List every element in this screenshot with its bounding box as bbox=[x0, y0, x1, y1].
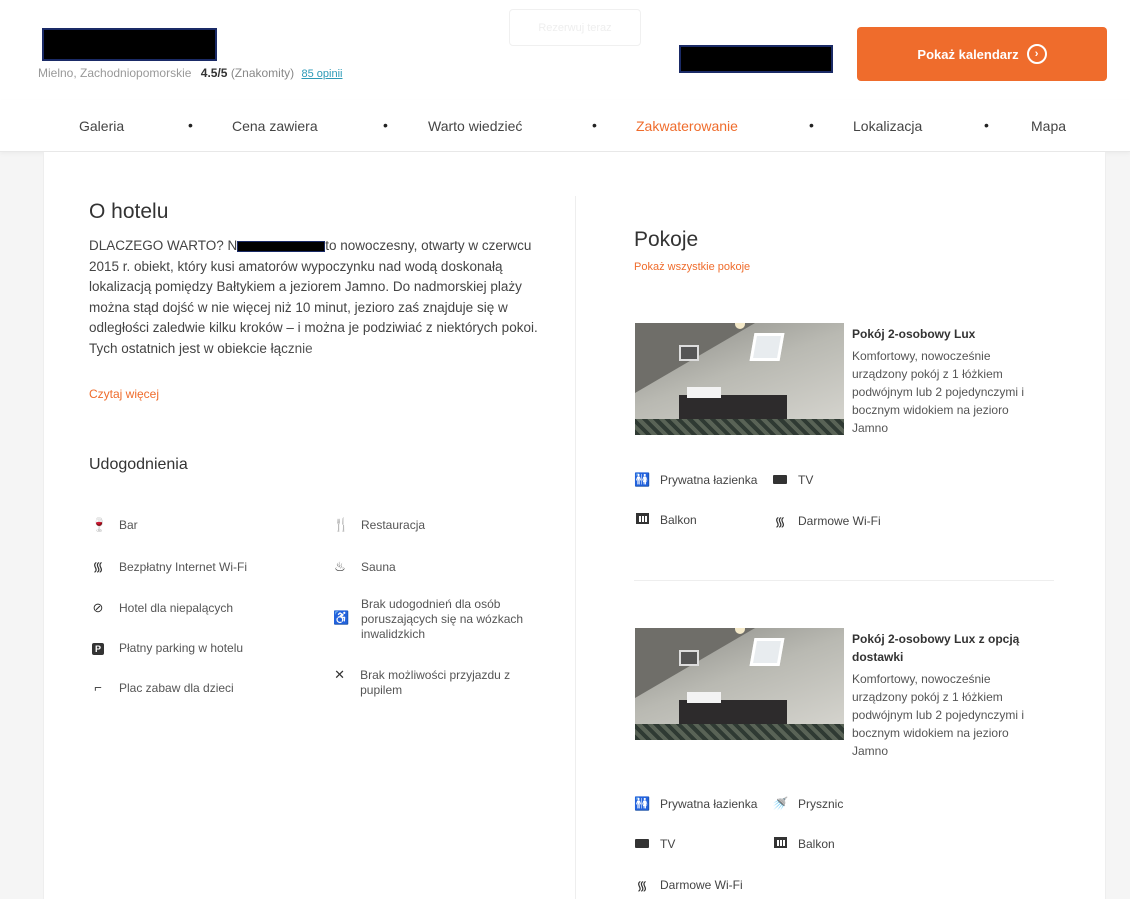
bathroom-icon: 🚻 bbox=[634, 472, 651, 487]
room-feature: Balkon bbox=[772, 836, 835, 851]
amenity-item: ✕ Brak możliwości przyjazdu z pupilem bbox=[333, 668, 543, 698]
room-feature: TV bbox=[772, 472, 813, 487]
location-rating-line: Mielno, Zachodniopomorskie 4.5/5 (Znakom… bbox=[38, 66, 342, 80]
room-name[interactable]: Pokój 2-osobowy Lux bbox=[852, 325, 1042, 343]
amenity-item: ⊘ Hotel dla niepalących bbox=[91, 600, 234, 616]
feature-label: Balkon bbox=[798, 836, 835, 851]
sauna-icon: ♨ bbox=[334, 559, 346, 574]
wifi-icon: ᯾ bbox=[92, 559, 104, 574]
amenities-title: Udogodnienia bbox=[89, 456, 188, 473]
wifi-icon: ᯾ bbox=[636, 878, 648, 893]
tab-zakwaterowanie[interactable]: Zakwaterowanie bbox=[636, 118, 738, 134]
nav-separator: • bbox=[383, 117, 388, 133]
rating-score: 4.5/5 bbox=[200, 66, 228, 80]
show-calendar-label: Pokaż kalendarz bbox=[917, 46, 1019, 62]
room-feature: 🚿 Prysznic bbox=[772, 796, 843, 812]
amenity-label: Brak możliwości przyjazdu z pupilem bbox=[360, 668, 511, 697]
room-feature: ᯾ Darmowe Wi-Fi bbox=[772, 512, 881, 530]
reviews-link[interactable]: 85 opinii bbox=[302, 68, 343, 80]
tab-cena-zawiera[interactable]: Cena zawiera bbox=[232, 118, 318, 134]
balcony-icon bbox=[634, 512, 650, 527]
room-divider bbox=[634, 580, 1054, 581]
nav-separator: • bbox=[809, 117, 814, 133]
tab-lokalizacja[interactable]: Lokalizacja bbox=[853, 118, 922, 134]
about-text-rest: to nowoczesny, otwarty w czerwcu 2015 r.… bbox=[89, 238, 538, 356]
show-calendar-button[interactable]: Pokaż kalendarz › bbox=[857, 27, 1107, 81]
tv-icon bbox=[634, 836, 650, 851]
amenity-item: P Płatny parking w hotelu bbox=[91, 641, 243, 656]
shower-icon: 🚿 bbox=[772, 796, 789, 811]
feature-label: Balkon bbox=[660, 512, 697, 527]
room-feature: 🚻 Prywatna łazienka bbox=[634, 472, 757, 488]
room-feature: 🚻 Prywatna łazienka bbox=[634, 796, 757, 812]
feature-label: Prysznic bbox=[798, 797, 844, 811]
section-nav: Galeria • Cena zawiera • Warto wiedzieć … bbox=[0, 100, 1130, 152]
room-name[interactable]: Pokój 2-osobowy Lux z opcją dostawki bbox=[852, 630, 1042, 666]
amenity-label: Brak udogodnień dla osób poruszających s… bbox=[361, 597, 524, 641]
read-more-link[interactable]: Czytaj więcej bbox=[89, 387, 159, 401]
text-fade-overlay bbox=[280, 344, 550, 374]
room-description: Komfortowy, nowocześnie urządzony pokój … bbox=[852, 349, 1025, 435]
amenity-label: Płatny parking w hotelu bbox=[119, 641, 244, 655]
amenity-item: ♿ Brak udogodnień dla osób poruszających… bbox=[333, 597, 543, 642]
chevron-right-circle-icon: › bbox=[1026, 44, 1047, 64]
amenity-label: Sauna bbox=[361, 560, 396, 574]
redacted-name bbox=[237, 240, 326, 252]
feature-label: Prywatna łazienka bbox=[660, 797, 758, 811]
cutlery-icon: 🍴 bbox=[333, 517, 350, 532]
wifi-icon: ᯾ bbox=[774, 514, 786, 529]
room-feature: Balkon bbox=[634, 512, 697, 527]
amenity-item: ♨ Sauna bbox=[333, 560, 396, 575]
hotel-name-redacted bbox=[42, 28, 217, 61]
about-text-start: DLACZEGO WARTO? N bbox=[89, 238, 238, 253]
tab-warto-wiedziec[interactable]: Warto wiedzieć bbox=[428, 118, 522, 134]
tab-galeria[interactable]: Galeria bbox=[79, 118, 124, 134]
location-text: Mielno, Zachodniopomorskie bbox=[38, 66, 192, 80]
rating-label: (Znakomity) bbox=[230, 66, 295, 80]
amenity-label: Bar bbox=[119, 518, 138, 532]
show-all-rooms-link[interactable]: Pokaż wszystkie pokoje bbox=[634, 261, 750, 273]
nav-separator: • bbox=[984, 117, 989, 133]
room-photo[interactable] bbox=[635, 628, 844, 740]
room-feature: ᯾ Darmowe Wi-Fi bbox=[634, 876, 743, 894]
amenity-item: ⌐ Plac zabaw dla dzieci bbox=[91, 681, 234, 696]
tab-mapa[interactable]: Mapa bbox=[1031, 118, 1066, 134]
playground-icon: ⌐ bbox=[94, 680, 102, 695]
about-title: O hotelu bbox=[89, 200, 169, 223]
amenity-item: 🍷 Bar bbox=[91, 518, 138, 533]
amenity-label: Bezpłatny Internet Wi-Fi bbox=[119, 560, 248, 574]
amenity-item: ᯾ Bezpłatny Internet Wi-Fi bbox=[91, 560, 247, 575]
about-text: DLACZEGO WARTO? Nto nowoczesny, otwarty … bbox=[89, 236, 539, 359]
amenity-label: Hotel dla niepalących bbox=[119, 601, 234, 615]
feature-label: TV bbox=[660, 836, 676, 851]
bathroom-icon: 🚻 bbox=[634, 796, 651, 811]
room-photo[interactable] bbox=[635, 323, 844, 435]
nav-separator: • bbox=[188, 117, 193, 133]
column-divider bbox=[575, 196, 576, 899]
balcony-icon bbox=[772, 836, 788, 851]
no-smoking-icon: ⊘ bbox=[92, 600, 104, 615]
amenity-item: 🍴 Restauracja bbox=[333, 518, 425, 533]
room-description: Komfortowy, nowocześnie urządzony pokój … bbox=[852, 672, 1025, 758]
price-redacted bbox=[679, 45, 833, 73]
amenity-label: Restauracja bbox=[361, 518, 426, 532]
parking-icon: P bbox=[91, 641, 105, 655]
feature-label: Prywatna łazienka bbox=[660, 473, 758, 487]
hotel-header: Rezerwuj teraz Mielno, Zachodniopomorski… bbox=[0, 0, 1130, 100]
tv-icon bbox=[772, 472, 788, 487]
wine-glass-icon: 🍷 bbox=[91, 517, 108, 532]
wheelchair-crossed-icon: ♿ bbox=[333, 610, 350, 625]
ghost-reserve-button[interactable]: Rezerwuj teraz bbox=[509, 9, 641, 46]
feature-label: TV bbox=[798, 472, 814, 487]
nav-separator: • bbox=[592, 117, 597, 133]
room-feature: TV bbox=[634, 836, 675, 851]
amenity-label: Plac zabaw dla dzieci bbox=[119, 681, 234, 695]
feature-label: Darmowe Wi-Fi bbox=[798, 514, 881, 528]
feature-label: Darmowe Wi-Fi bbox=[660, 878, 743, 892]
rooms-title: Pokoje bbox=[634, 228, 699, 251]
no-pets-icon: ✕ bbox=[334, 667, 345, 682]
